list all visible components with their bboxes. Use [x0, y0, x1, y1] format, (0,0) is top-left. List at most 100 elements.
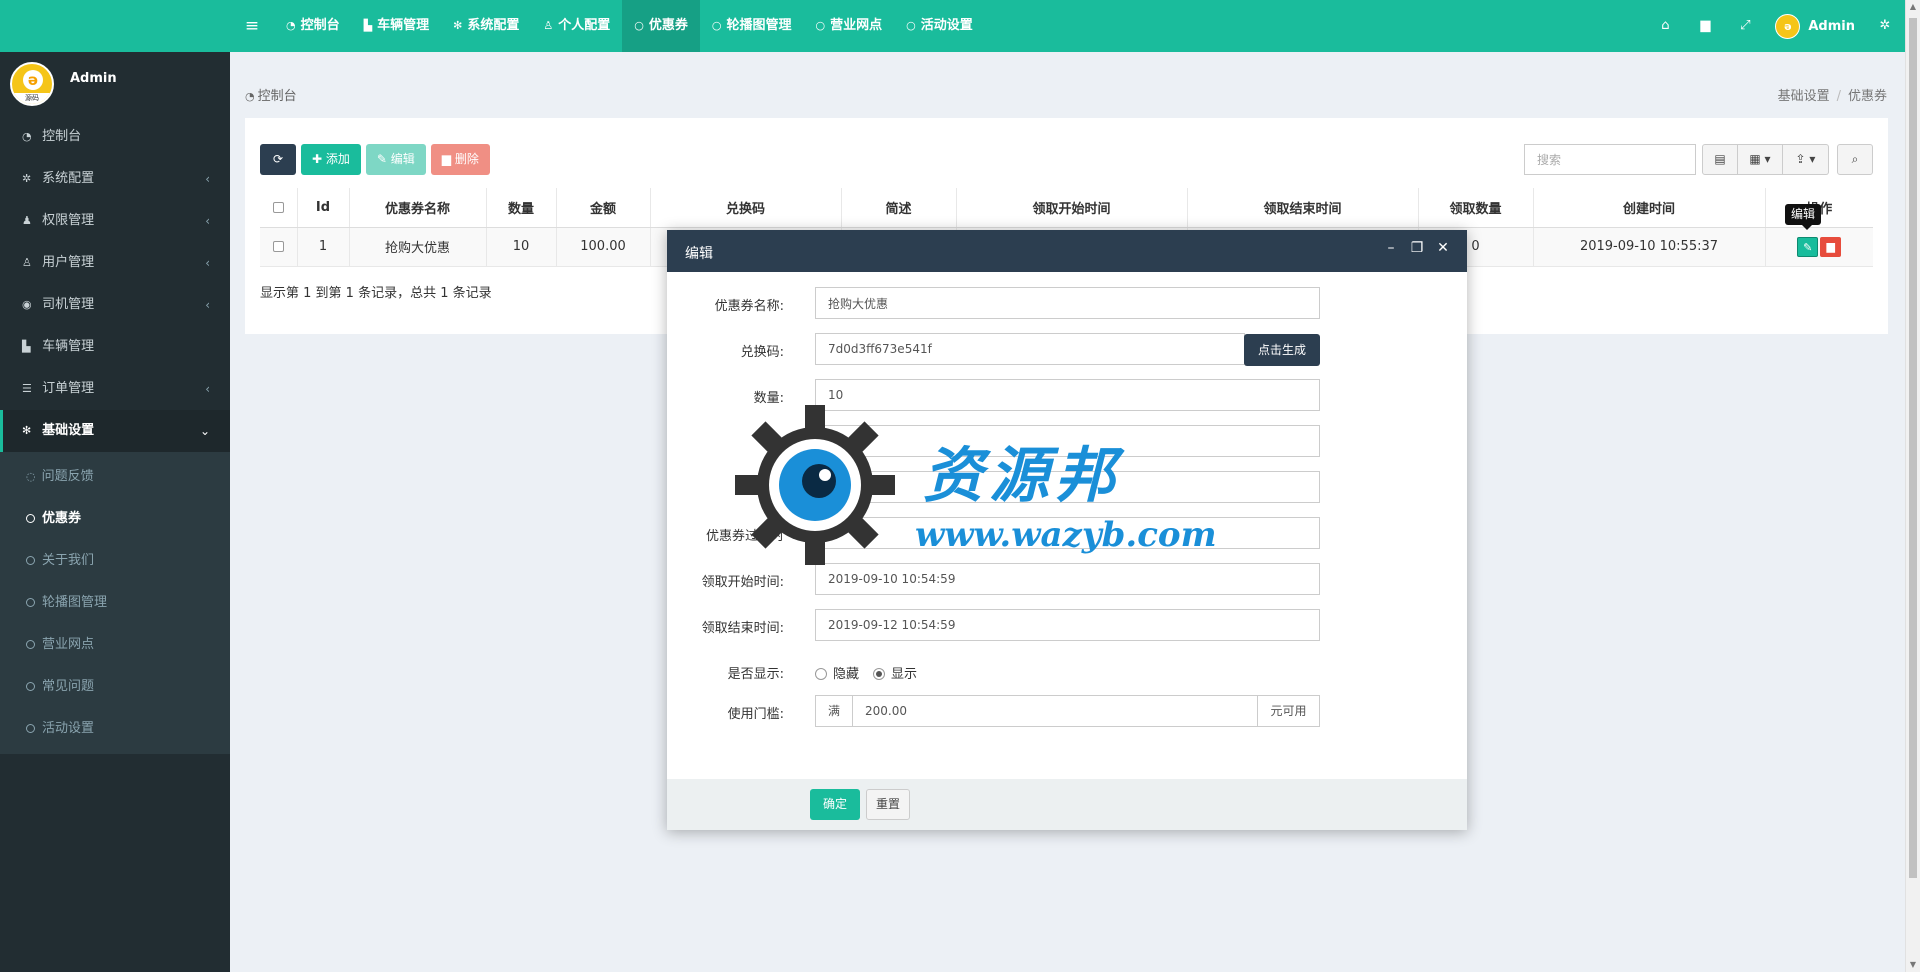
menu-toggle-icon[interactable]: ≡ — [230, 0, 274, 52]
sidebar-item-branches[interactable]: 营业网点 — [0, 624, 230, 666]
home-icon[interactable]: ⌂ — [1645, 0, 1685, 52]
sidebar-item-faq[interactable]: 常见问题 — [0, 666, 230, 708]
quantity-field[interactable] — [815, 379, 1320, 411]
scrollbar-thumb[interactable] — [1909, 18, 1917, 878]
refresh-button[interactable]: ⟳ — [260, 144, 296, 175]
nav-user-menu[interactable]: ə Admin — [1765, 0, 1865, 52]
sidebar-item-label: 基础设置 — [42, 423, 95, 438]
confirm-button[interactable]: 确定 — [810, 789, 860, 820]
cogs-icon[interactable]: ✲ — [1865, 0, 1905, 52]
modal-title: 编辑 — [685, 246, 713, 262]
sidebar-item-label: 权限管理 — [42, 213, 95, 228]
grid-icon: ▦ ▾ — [1749, 152, 1771, 166]
export-button[interactable]: ⇪ ▾ — [1783, 144, 1829, 175]
form-row-end: 领取结束时间: — [667, 609, 1467, 641]
cell-actions: ✎ ▆ — [1765, 227, 1873, 267]
pagination-info: 显示第 1 到第 1 条记录，总共 1 条记录 — [260, 286, 492, 301]
tab-dashboard[interactable]: ◔ 控制台 — [274, 0, 352, 52]
row-checkbox[interactable] — [260, 227, 298, 267]
page-scrollbar[interactable]: ▲ ▼ — [1905, 0, 1920, 972]
maximize-icon[interactable]: ❐ — [1408, 240, 1426, 260]
delete-button[interactable]: ▆ 删除 — [430, 144, 490, 175]
sidebar-item-feedback[interactable]: ◌ 问题反馈 — [0, 456, 230, 498]
sidebar-item-users[interactable]: ♙ 用户管理 ‹ — [0, 242, 230, 284]
scroll-up-icon[interactable]: ▲ — [1906, 0, 1920, 14]
row-delete-button[interactable]: ▆ — [1820, 236, 1842, 257]
sidebar-item-permissions[interactable]: ♟ 权限管理 ‹ — [0, 200, 230, 242]
form-row-start: 领取开始时间: — [667, 563, 1467, 595]
threshold-field[interactable] — [852, 695, 1258, 727]
tab-profile[interactable]: ♙ 个人配置 — [531, 0, 622, 52]
sidebar-item-about[interactable]: 关于我们 — [0, 540, 230, 582]
sidebar-item-orders[interactable]: ☰ 订单管理 ‹ — [0, 368, 230, 410]
description-field[interactable] — [815, 471, 1320, 503]
tab-system-config[interactable]: ✻ 系统配置 — [441, 0, 531, 52]
trash-icon[interactable]: ▆ — [1685, 0, 1725, 52]
sidebar-item-coupons[interactable]: 优惠券 — [0, 498, 230, 540]
close-icon[interactable]: ✕ — [1434, 240, 1452, 260]
show-radio[interactable] — [873, 668, 886, 680]
hide-radio[interactable] — [815, 668, 827, 680]
sidebar-item-activities[interactable]: 活动设置 — [0, 708, 230, 750]
add-button[interactable]: ✚ 添加 — [301, 144, 361, 175]
expire-field[interactable] — [815, 517, 1320, 549]
sidebar-item-label: 用户管理 — [42, 255, 95, 270]
column-header[interactable]: 金额 — [556, 188, 651, 228]
amount-label: 金 — [770, 437, 784, 452]
export-icon: ⇪ ▾ — [1795, 152, 1816, 166]
column-header[interactable]: Id — [297, 188, 350, 228]
desc-label: 述: — [766, 483, 784, 498]
form-row-visibility: 是否显示: 隐藏 显示 — [667, 655, 1467, 687]
reset-button[interactable]: 重置 — [866, 789, 910, 820]
trash-icon: ▆ — [1826, 239, 1835, 253]
tab-activities[interactable]: ○ 活动设置 — [894, 0, 985, 52]
generate-code-button[interactable]: 点击生成 — [1244, 334, 1320, 366]
show-radio-option[interactable]: 显示 — [873, 663, 917, 682]
tab-coupons[interactable]: ○ 优惠券 — [622, 0, 700, 52]
select-all-checkbox[interactable] — [260, 188, 298, 228]
sidebar-menu: ◔ 控制台 ✲ 系统配置 ‹ ♟ 权限管理 ‹ ♙ 用户管理 ‹ ◉ 司机管理 … — [0, 116, 230, 754]
quantity-label: 数量: — [753, 391, 784, 406]
modal-footer: 确定 重置 — [667, 779, 1467, 830]
column-header[interactable]: 创建时间 — [1533, 188, 1766, 228]
columns-button[interactable]: ▦ ▾ — [1738, 144, 1783, 175]
sidebar-submenu: ◌ 问题反馈 优惠券 关于我们 轮播图管理 营业网点 常见问题 活动设置 — [0, 452, 230, 754]
toggle-view-button[interactable]: ▤ — [1702, 144, 1738, 175]
end-time-field[interactable] — [815, 609, 1320, 641]
avatar: ə 源码 — [10, 62, 54, 106]
trash-icon: ▆ — [441, 152, 455, 166]
tab-carousel[interactable]: ○ 轮播图管理 — [700, 0, 804, 52]
column-header[interactable]: 领取数量 — [1418, 188, 1534, 228]
breadcrumb-item[interactable]: 基础设置 — [1778, 89, 1830, 104]
coupon-name-field[interactable] — [815, 287, 1320, 319]
brand-bar — [0, 0, 230, 52]
edit-button[interactable]: ✎ 编辑 — [365, 144, 426, 175]
column-header[interactable]: 兑换码 — [650, 188, 842, 228]
column-header[interactable]: 优惠券名称 — [349, 188, 487, 228]
sidebar-item-system-config[interactable]: ✲ 系统配置 ‹ — [0, 158, 230, 200]
start-time-field[interactable] — [815, 563, 1320, 595]
scroll-down-icon[interactable]: ▼ — [1906, 958, 1920, 972]
amount-field[interactable] — [815, 425, 1320, 457]
sidebar-item-dashboard[interactable]: ◔ 控制台 — [0, 116, 230, 158]
column-header[interactable]: 简述 — [841, 188, 957, 228]
column-header[interactable]: 数量 — [486, 188, 557, 228]
sidebar-item-label: 订单管理 — [42, 381, 95, 396]
sidebar-item-carousel[interactable]: 轮播图管理 — [0, 582, 230, 624]
sidebar-item-basic-settings[interactable]: ✻ 基础设置 ⌄ — [0, 410, 230, 452]
tab-vehicles[interactable]: ▙ 车辆管理 — [352, 0, 441, 52]
minimize-icon[interactable]: – — [1382, 240, 1400, 260]
redeem-code-field[interactable] — [815, 333, 1245, 365]
content-header: ◔ 控制台 基础设置 / 优惠券 — [230, 52, 1905, 118]
column-header[interactable]: 领取结束时间 — [1187, 188, 1419, 228]
hide-radio-option[interactable]: 隐藏 — [815, 663, 859, 682]
tab-branches[interactable]: ○ 营业网点 — [803, 0, 894, 52]
advanced-search-button[interactable]: ⌕ — [1837, 144, 1873, 175]
search-input[interactable] — [1524, 144, 1696, 175]
fullscreen-icon[interactable]: ⤢ — [1725, 0, 1765, 52]
sidebar-item-vehicles[interactable]: ▙ 车辆管理 — [0, 326, 230, 368]
column-header[interactable]: 领取开始时间 — [956, 188, 1188, 228]
visibility-label: 是否显示: — [727, 667, 784, 682]
sidebar-item-drivers[interactable]: ◉ 司机管理 ‹ — [0, 284, 230, 326]
row-edit-button[interactable]: ✎ — [1797, 236, 1819, 257]
